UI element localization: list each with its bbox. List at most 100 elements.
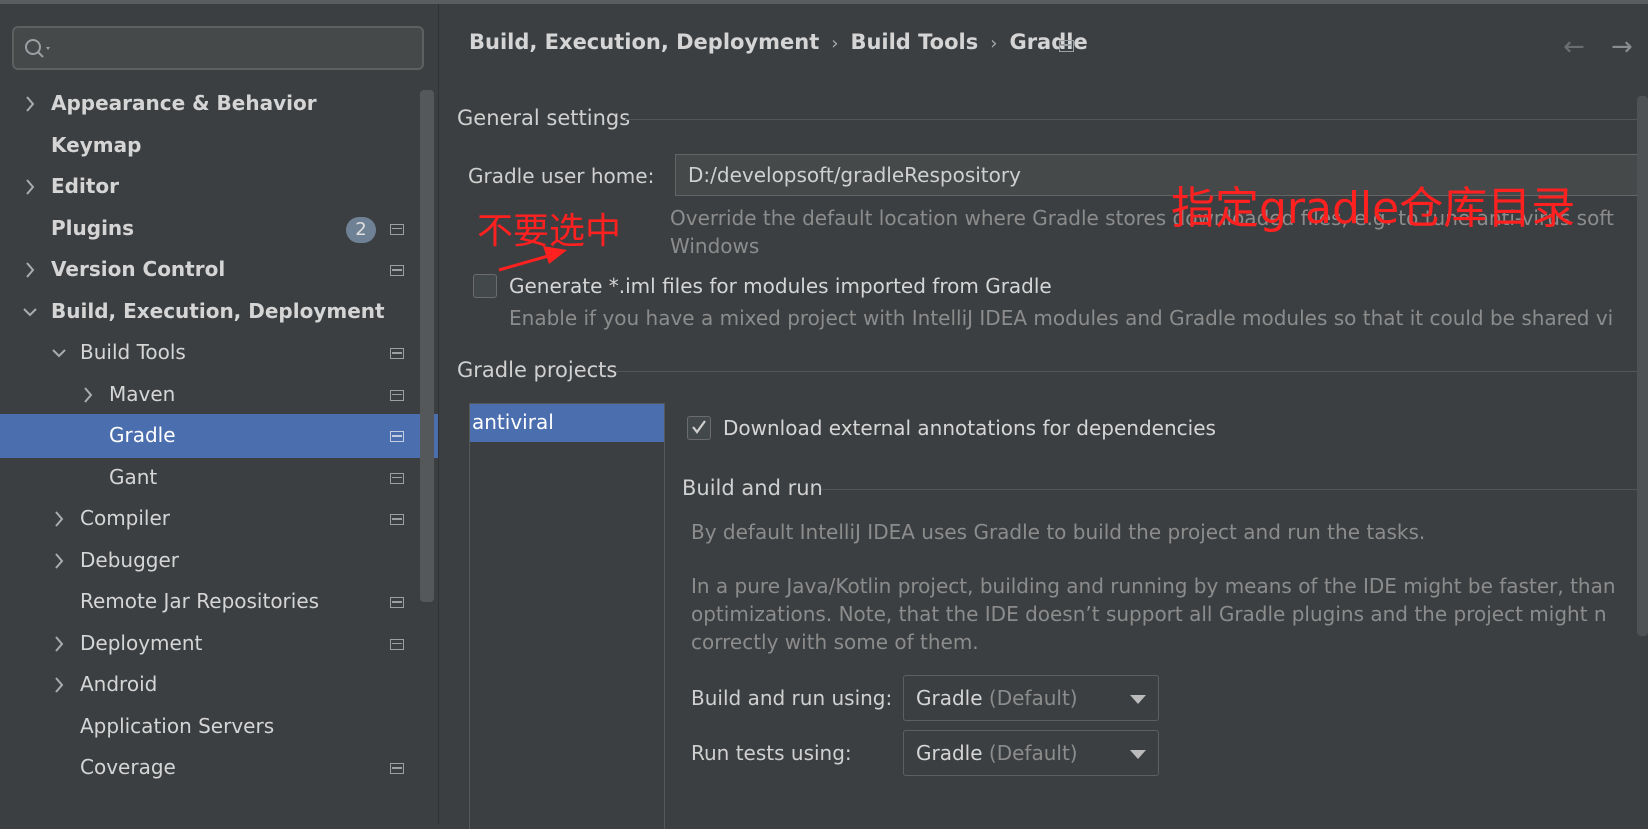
sidebar-item-label: Coverage (80, 755, 176, 779)
sidebar-item-debugger[interactable]: Debugger (0, 539, 438, 583)
sidebar-item-label: Application Servers (80, 713, 275, 738)
build-run-using-value: Gradle (916, 686, 983, 710)
user-home-hint-line2: Windows (670, 234, 760, 258)
project-list-item[interactable]: antiviral (470, 404, 664, 442)
sidebar-item-maven[interactable]: Maven (0, 373, 438, 417)
section-divider (821, 489, 1648, 490)
project-settings-icon (390, 638, 404, 650)
checkmark-icon (692, 420, 706, 434)
sidebar-item-label: Maven (109, 381, 176, 406)
settings-content: Build, Execution, Deployment › Build Tools… (439, 4, 1648, 829)
sidebar-item-label: Appearance & Behavior (51, 91, 317, 115)
settings-sidebar: Appearance & Behavior Keymap Editor Plugins… (0, 4, 439, 824)
generate-iml-hint: Enable if you have a mixed project with … (509, 306, 1614, 330)
sidebar-item-version-control[interactable]: Version Control (0, 248, 438, 292)
build-run-using-suffix: (Default) (988, 686, 1078, 710)
sidebar-item-label: Build, Execution, Deployment (51, 298, 385, 323)
arrow-right-icon[interactable]: → (1611, 32, 1633, 62)
build-run-note-line1: In a pure Java/Kotlin project, building … (691, 574, 1616, 598)
run-tests-using-dropdown[interactable]: Gradle (Default) (903, 730, 1159, 776)
project-settings-icon (390, 431, 404, 442)
project-settings-icon (390, 389, 404, 401)
project-settings-icon (390, 514, 404, 525)
section-divider (625, 119, 1648, 120)
plugins-update-badge: 2 (346, 216, 376, 243)
sidebar-item-label: Android (80, 672, 158, 696)
chevron-right-icon[interactable] (22, 94, 38, 114)
sidebar-item-gradle[interactable]: Gradle (0, 414, 438, 458)
breadcrumb-item: Gradle (1009, 30, 1088, 54)
project-settings-icon (390, 597, 404, 608)
sidebar-item-label: Remote Jar Repositories (80, 589, 320, 613)
sidebar-item-plugins[interactable]: Plugins 2 (0, 207, 438, 251)
breadcrumb-separator: › (990, 33, 998, 54)
sidebar-item-keymap[interactable]: Keymap (0, 124, 438, 168)
sidebar-item-build-tools[interactable]: Build Tools (0, 331, 438, 375)
download-annotations-label[interactable]: Download external annotations for depend… (723, 416, 1216, 440)
chevron-right-icon[interactable] (51, 634, 67, 654)
project-settings-icon (390, 472, 404, 484)
chevron-right-icon[interactable] (22, 260, 38, 280)
sidebar-item-label: Keymap (51, 132, 142, 157)
sidebar-item-remote-jar-repositories[interactable]: Remote Jar Repositories (0, 580, 438, 624)
chevron-down-icon[interactable] (22, 302, 38, 322)
sidebar-item-label: Version Control (51, 257, 226, 281)
chevron-right-icon[interactable] (51, 509, 67, 529)
breadcrumb-separator: › (831, 33, 839, 54)
gradle-project-list[interactable]: antiviral (469, 403, 665, 829)
build-run-description: By default IntelliJ IDEA uses Gradle to … (691, 520, 1426, 544)
generate-iml-label[interactable]: Generate *.iml files for modules importe… (509, 274, 1052, 298)
sidebar-item-gant[interactable]: Gant (0, 456, 438, 500)
build-run-using-dropdown[interactable]: Gradle (Default) (903, 675, 1159, 721)
search-input[interactable] (62, 34, 416, 64)
search-box[interactable] (12, 26, 424, 70)
sidebar-item-application-servers[interactable]: Application Servers (0, 705, 438, 749)
sidebar-item-android[interactable]: Android (0, 663, 438, 707)
sidebar-item-label: Gant (109, 464, 158, 489)
chevron-right-icon[interactable] (51, 675, 67, 695)
sidebar-item-label: Compiler (80, 506, 171, 530)
project-settings-icon (390, 763, 404, 774)
sidebar-item-label: Gradle (109, 423, 176, 447)
sidebar-item-deployment[interactable]: Deployment (0, 622, 438, 666)
sidebar-item-coverage[interactable]: Coverage (0, 746, 438, 790)
build-and-run-title: Build and run (682, 476, 823, 500)
build-run-note-line2: optimizations. Note, that the IDE doesn’… (691, 602, 1607, 626)
build-run-using-label: Build and run using: (691, 686, 893, 710)
build-run-note-line3: correctly with some of them. (691, 630, 979, 654)
chevron-down-icon (1130, 695, 1146, 704)
run-tests-using-label: Run tests using: (691, 741, 852, 765)
breadcrumb-item: Build, Execution, Deployment (469, 30, 820, 54)
gradle-user-home-label: Gradle user home: (468, 164, 655, 188)
sidebar-item-editor[interactable]: Editor (0, 165, 438, 209)
annotation-repository-note: 指定gradle仓库目录 (1171, 183, 1576, 234)
breadcrumb: Build, Execution, Deployment › Build Tools… (469, 30, 1088, 54)
project-settings-icon (390, 265, 404, 276)
section-divider (615, 371, 1648, 372)
sidebar-item-appearance-behavior[interactable]: Appearance & Behavior (0, 82, 438, 126)
chevron-down-icon (1130, 750, 1146, 759)
general-settings-title: General settings (457, 106, 631, 130)
download-annotations-checkbox[interactable] (687, 416, 711, 440)
chevron-right-icon[interactable] (51, 551, 67, 571)
sidebar-item-compiler[interactable]: Compiler (0, 497, 438, 541)
project-settings-icon (390, 223, 404, 235)
arrow-left-icon[interactable]: ← (1563, 32, 1585, 62)
sidebar-scrollbar[interactable] (420, 90, 434, 602)
gradle-projects-title: Gradle projects (457, 358, 618, 382)
sidebar-item-label: Editor (51, 174, 119, 198)
breadcrumb-item: Build Tools (850, 30, 979, 54)
generate-iml-checkbox[interactable] (473, 274, 497, 298)
chevron-right-icon[interactable] (80, 385, 96, 405)
content-scrollbar[interactable] (1637, 96, 1648, 636)
search-icon (25, 39, 50, 58)
run-tests-using-value: Gradle (916, 741, 983, 765)
sidebar-item-label: Debugger (80, 547, 179, 572)
chevron-right-icon[interactable] (22, 177, 38, 197)
project-settings-icon (1059, 40, 1074, 52)
sidebar-item-build-execution-deployment[interactable]: Build, Execution, Deployment (0, 290, 438, 334)
sidebar-item-label: Plugins (51, 215, 135, 240)
annotation-arrow-icon (498, 246, 567, 272)
project-settings-icon (390, 348, 404, 359)
chevron-down-icon[interactable] (51, 343, 67, 363)
